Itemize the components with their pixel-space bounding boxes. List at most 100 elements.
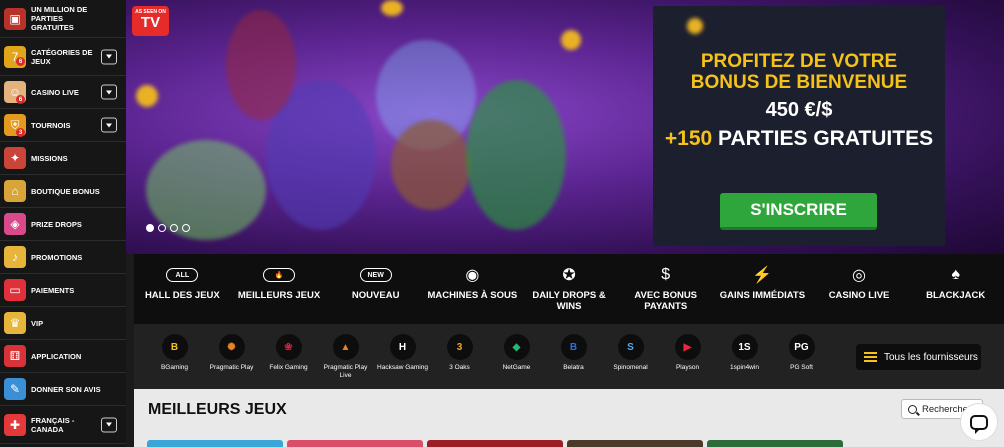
provider-item[interactable]: ❀ Felix Gaming xyxy=(260,324,317,372)
sidebar-item[interactable]: 7 CATÉGORIES DE JEUX 6 xyxy=(0,38,126,76)
category-tab[interactable]: ◉ MACHINES À SOUS xyxy=(424,254,521,324)
provider-name: 3 Oaks xyxy=(449,364,470,371)
game-thumbnail[interactable] xyxy=(147,440,283,447)
gold-coin-icon xyxy=(381,0,403,16)
provider-item[interactable]: ▶ Playson xyxy=(659,324,716,372)
category-tab[interactable]: ✪ DAILY DROPS & WINS xyxy=(521,254,618,324)
provider-item[interactable]: ▲ Pragmatic Play Live xyxy=(317,324,374,380)
provider-item[interactable]: 3 3 Oaks xyxy=(431,324,488,372)
canada-flag-icon: ✚ xyxy=(4,413,26,436)
provider-logo: ✺ xyxy=(218,334,245,360)
sidebar-item[interactable]: ☺ CASINO LIVE 6 xyxy=(0,76,126,109)
provider-logo: ◆ xyxy=(503,334,530,360)
feedback-icon: ✎ xyxy=(4,378,26,400)
provider-logo: PG xyxy=(788,334,815,360)
main-content: AS SEEN ON TV PROFITEZ DE VOTRE BONUS DE… xyxy=(126,0,1004,447)
prize-drops-icon: ◈ xyxy=(4,213,26,235)
sidebar-item-label: VIP xyxy=(31,318,44,328)
provider-item[interactable]: S Spinomenal xyxy=(602,324,659,372)
chevron-down-icon[interactable] xyxy=(101,84,117,100)
category-label: NOUVEAU xyxy=(351,290,400,301)
provider-logo: B xyxy=(560,334,587,360)
provider-item[interactable]: 1S 1spin4win xyxy=(716,324,773,372)
provider-item[interactable]: PG PG Soft xyxy=(773,324,830,372)
signup-button[interactable]: S'INSCRIRE xyxy=(720,193,877,230)
sidebar-item[interactable]: ⚅ APPLICATION xyxy=(0,340,126,373)
provider-name: Pragmatic Play xyxy=(209,364,254,371)
sidebar-item-label: BOUTIQUE BONUS xyxy=(31,186,100,196)
sidebar-item[interactable]: ◈ PRIZE DROPS xyxy=(0,208,126,241)
promo-line-1: PROFITEZ DE VOTRE xyxy=(700,51,898,72)
category-tab[interactable]: ⚡ GAINS IMMÉDIATS xyxy=(714,254,811,324)
chat-button[interactable] xyxy=(960,403,998,441)
all-providers-button[interactable]: Tous les fournisseurs xyxy=(856,344,981,370)
sidebar-item[interactable]: ✚ FRANÇAIS - CANADA xyxy=(0,406,126,444)
sidebar-item[interactable]: ✎ DONNER SON AVIS xyxy=(0,373,126,406)
sidebar: ▣ UN MILLION DE PARTIES GRATUITES 7 CATÉGOR… xyxy=(0,0,126,447)
category-tab[interactable]: NEW NOUVEAU xyxy=(327,254,424,324)
category-label: AVEC BONUS PAYANTS xyxy=(634,290,698,312)
card-icon: ▭ xyxy=(4,279,26,301)
chevron-down-icon[interactable] xyxy=(101,49,117,64)
best-games-section: MEILLEURS JEUX Rechercher xyxy=(134,389,1004,447)
providers-bar: B BGaming ✺ Pragmatic Play ❀ Felix Gaming ▲ Pra… xyxy=(134,324,1004,389)
provider-item[interactable]: ✺ Pragmatic Play xyxy=(203,324,260,372)
promo-free-spins-text: PARTIES GRATUITES xyxy=(712,127,934,150)
chat-icon xyxy=(970,414,988,434)
carousel-dot[interactable] xyxy=(182,224,190,232)
category-label: MACHINES À SOUS xyxy=(427,290,518,301)
section-title: MEILLEURS JEUX xyxy=(148,401,287,418)
provider-item[interactable]: ◆ NetGame xyxy=(488,324,545,372)
game-thumbnail[interactable] xyxy=(567,440,703,447)
carousel-dot[interactable] xyxy=(146,224,154,232)
category-tab[interactable]: ◎ CASINO LIVE xyxy=(811,254,908,324)
provider-name: PG Soft xyxy=(790,364,813,371)
provider-name: Pragmatic Play Live xyxy=(323,364,368,379)
gold-coin-icon xyxy=(136,85,158,107)
sidebar-item[interactable]: ▭ PAIEMENTS xyxy=(0,274,126,307)
provider-item[interactable]: H Hacksaw Gaming xyxy=(374,324,431,372)
carousel-dot[interactable] xyxy=(170,224,178,232)
flame-icon: 🔥 xyxy=(263,268,295,282)
welcome-bonus-panel: PROFITEZ DE VOTRE BONUS DE BIENVENUE 450… xyxy=(653,6,945,246)
roulette-icon: ◎ xyxy=(852,267,867,284)
dice-icon: ⚅ xyxy=(4,345,26,367)
shop-icon: ⌂ xyxy=(4,180,26,202)
provider-name: 1spin4win xyxy=(730,364,759,371)
category-tab[interactable]: 🔥 MEILLEURS JEUX xyxy=(231,254,328,324)
sidebar-item[interactable]: ▣ UN MILLION DE PARTIES GRATUITES xyxy=(0,0,126,38)
provider-logo: 1S xyxy=(731,334,758,360)
sidebar-item[interactable]: ♛ VIP xyxy=(0,307,126,340)
game-thumbnail[interactable] xyxy=(287,440,423,447)
provider-logo: B xyxy=(161,334,188,360)
provider-name: Hacksaw Gaming xyxy=(377,364,428,371)
category-tab[interactable]: ♠ BLACKJACK xyxy=(907,254,1004,324)
category-label: BLACKJACK xyxy=(926,290,986,301)
promo-banner[interactable]: AS SEEN ON TV PROFITEZ DE VOTRE BONUS DE… xyxy=(126,0,1004,254)
sidebar-item[interactable]: ⛨ TOURNOIS 3 xyxy=(0,109,126,142)
sidebar-item[interactable]: ⌂ BOUTIQUE BONUS xyxy=(0,175,126,208)
game-thumbnail[interactable] xyxy=(707,440,843,447)
provider-item[interactable]: B BGaming xyxy=(146,324,203,372)
chevron-down-icon[interactable] xyxy=(101,117,117,133)
sidebar-item-label: MISSIONS xyxy=(31,153,68,163)
game-thumbnail[interactable] xyxy=(427,440,563,447)
provider-item[interactable]: B Belatra xyxy=(545,324,602,372)
category-nav: ALL HALL DES JEUX 🔥 MEILLEURS JEUX NEW NOUVEA… xyxy=(134,254,1004,324)
sidebar-item[interactable]: ✦ MISSIONS xyxy=(0,142,126,175)
category-tab[interactable]: $ AVEC BONUS PAYANTS xyxy=(617,254,714,324)
chevron-down-icon[interactable] xyxy=(101,417,117,432)
missions-icon: ✦ xyxy=(4,147,26,169)
sidebar-item[interactable]: ♪ PROMOTIONS xyxy=(0,241,126,274)
sidebar-item-label: DONNER SON AVIS xyxy=(31,384,101,394)
sidebar-item-label: PRIZE DROPS xyxy=(31,219,82,229)
carousel-dot[interactable] xyxy=(158,224,166,232)
provider-logo: ▶ xyxy=(674,334,701,360)
category-tab[interactable]: ALL HALL DES JEUX xyxy=(134,254,231,324)
provider-name: NetGame xyxy=(502,364,531,371)
sidebar-item-label: PAIEMENTS xyxy=(31,285,75,295)
provider-name: BGaming xyxy=(160,364,189,371)
tv-badge-big: TV xyxy=(140,14,161,31)
leprechaun-figure xyxy=(466,80,566,230)
provider-logo: 3 xyxy=(446,334,473,360)
